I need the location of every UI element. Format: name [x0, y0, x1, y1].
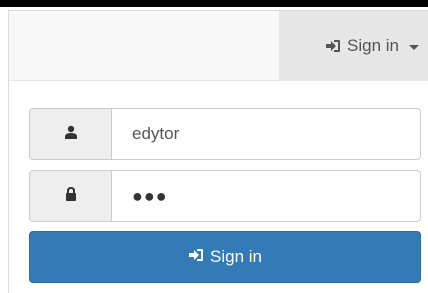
- password-input-group: ●●●: [29, 170, 421, 222]
- page-top-edge: [0, 0, 428, 7]
- username-input-group: edytor: [29, 108, 421, 160]
- signin-dropdown-label: Sign in: [347, 36, 399, 55]
- caret-down-icon: [409, 44, 419, 50]
- signin-submit-label: Sign in: [210, 247, 262, 266]
- lock-icon: [65, 186, 77, 206]
- username-value: edytor: [132, 124, 180, 143]
- password-field[interactable]: ●●●: [112, 170, 421, 222]
- password-masked-value: ●●●: [132, 185, 168, 206]
- log-in-icon: [188, 247, 204, 267]
- signin-submit-button[interactable]: Sign in: [29, 231, 421, 283]
- password-addon: [29, 170, 112, 222]
- username-field[interactable]: edytor: [112, 108, 421, 160]
- log-in-icon: [325, 39, 341, 53]
- navbar: Sign in: [9, 11, 428, 81]
- username-addon: [29, 108, 112, 160]
- signin-dropdown-toggle[interactable]: Sign in: [279, 11, 428, 81]
- login-panel: Sign in edytor ●●● Sign in: [8, 10, 428, 293]
- user-icon: [64, 125, 78, 144]
